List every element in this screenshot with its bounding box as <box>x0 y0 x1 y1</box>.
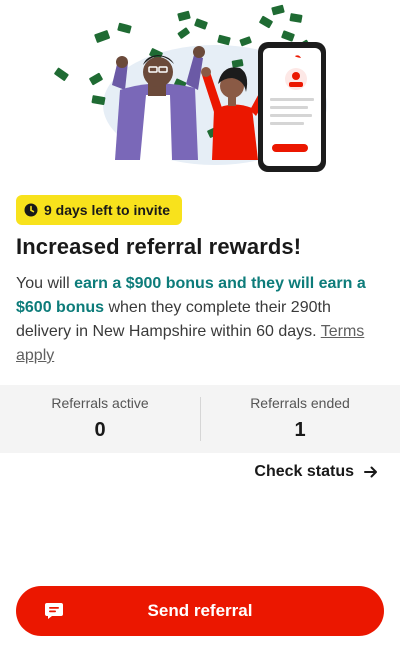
arrow-right-icon <box>364 466 377 478</box>
stat-divider <box>200 397 201 441</box>
description-prefix: You will <box>16 275 75 292</box>
referral-screen: 9 days left to invite Increased referral… <box>0 0 400 653</box>
celebration-illustration <box>54 4 327 172</box>
page-title: Increased referral rewards! <box>16 234 302 259</box>
stat-label: Referrals ended <box>250 395 350 411</box>
stat-value: 0 <box>94 419 106 441</box>
send-referral-label: Send referral <box>147 601 253 620</box>
check-status-link[interactable]: Check status <box>254 463 378 481</box>
days-left-badge: 9 days left to invite <box>16 195 183 225</box>
stat-value: 1 <box>294 419 306 441</box>
send-referral-button[interactable]: Send referral <box>16 586 384 636</box>
stat-label: Referrals active <box>51 395 149 411</box>
referral-description: You will earn a $900 bonus and they will… <box>16 272 386 368</box>
days-left-text: 9 days left to invite <box>44 202 171 218</box>
check-status-label: Check status <box>254 463 354 480</box>
referral-stats: Referrals active 0 Referrals ended 1 <box>0 385 400 453</box>
clock-icon <box>24 203 38 217</box>
chat-bubble-icon <box>45 603 63 619</box>
referrals-ended-stat: Referrals ended 1 <box>200 385 400 453</box>
referrals-active-stat: Referrals active 0 <box>0 385 200 453</box>
